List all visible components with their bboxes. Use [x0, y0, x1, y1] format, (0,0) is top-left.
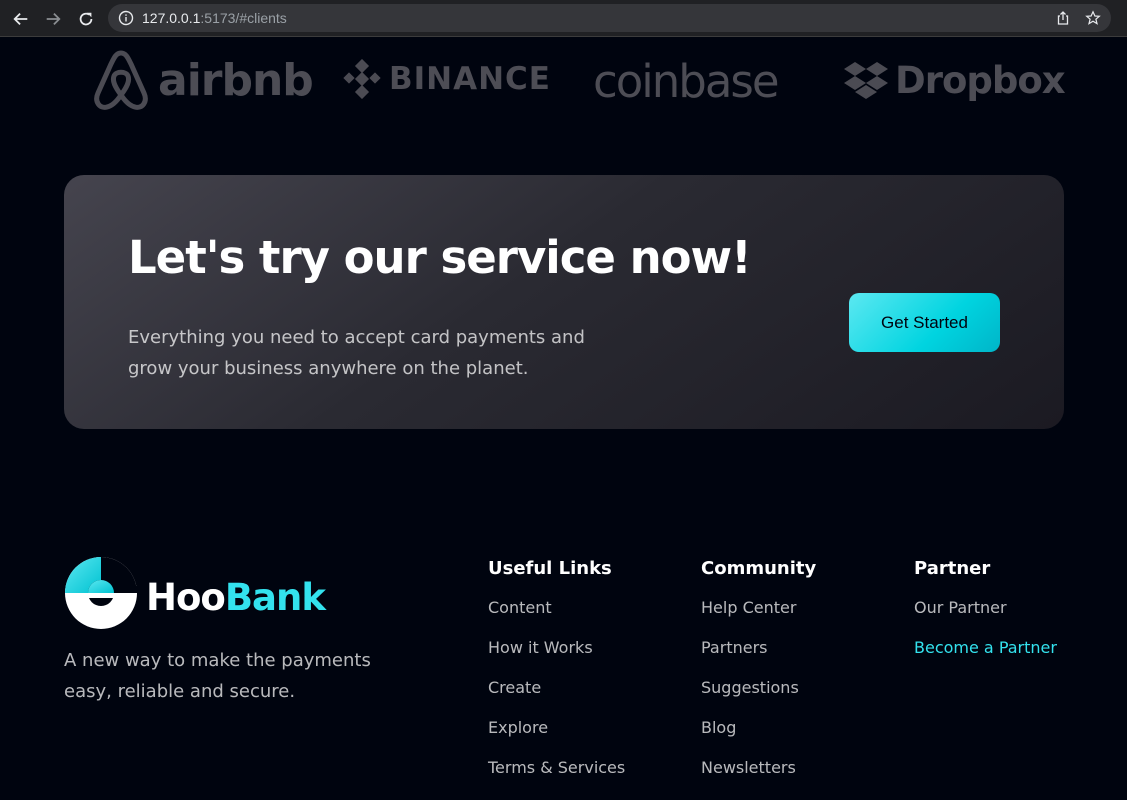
- footer-column-community: Community Help Center Partners Suggestio…: [701, 558, 816, 798]
- site-info-icon[interactable]: [118, 10, 134, 26]
- cta-title: Let's try our service now!: [128, 231, 752, 284]
- footer-column-useful-links: Useful Links Content How it Works Create…: [488, 558, 625, 798]
- binance-logo-icon: [343, 59, 381, 99]
- column-title: Partner: [914, 558, 991, 579]
- footer-link-how-it-works[interactable]: How it Works: [488, 638, 625, 678]
- footer-link-blog[interactable]: Blog: [701, 718, 816, 758]
- footer-link-suggestions[interactable]: Suggestions: [701, 678, 816, 718]
- browser-toolbar: 127.0.0.1:5173/#clients: [0, 0, 1127, 37]
- client-name: BINANCE: [389, 61, 551, 97]
- footer-link-newsletters[interactable]: Newsletters: [701, 758, 816, 798]
- client-name: coinbase: [593, 55, 780, 108]
- footer-link-become-a-partner[interactable]: Become a Partner: [914, 638, 1057, 678]
- cta-description: Everything you need to accept card payme…: [128, 327, 585, 379]
- brand-name: HooBank: [146, 576, 326, 619]
- column-title: Useful Links: [488, 558, 612, 579]
- client-logo-airbnb: airbnb: [92, 49, 314, 111]
- reload-icon[interactable]: [75, 8, 97, 30]
- bookmark-star-icon[interactable]: [1085, 10, 1101, 26]
- client-logo-coinbase: coinbase: [593, 55, 780, 108]
- url-text[interactable]: 127.0.0.1:5173/#clients: [142, 10, 287, 26]
- footer-link-our-partner[interactable]: Our Partner: [914, 598, 1057, 638]
- footer-link-content[interactable]: Content: [488, 598, 625, 638]
- client-logo-binance: BINANCE: [343, 59, 551, 99]
- footer-link-create[interactable]: Create: [488, 678, 625, 718]
- column-title: Community: [701, 558, 817, 579]
- address-bar[interactable]: 127.0.0.1:5173/#clients: [108, 4, 1111, 32]
- hoobank-logo-icon: [65, 557, 137, 629]
- dropbox-logo-icon: [844, 61, 888, 99]
- footer-link-explore[interactable]: Explore: [488, 718, 625, 758]
- client-name: airbnb: [158, 54, 314, 106]
- footer-logo[interactable]: HooBank: [64, 556, 344, 630]
- clients-section: airbnb BINANCE coinbase Dropbox: [0, 37, 1127, 137]
- airbnb-logo-icon: [94, 50, 148, 110]
- cta-card: Let's try our service now! Everything yo…: [64, 175, 1064, 429]
- footer-link-terms[interactable]: Terms & Services: [488, 758, 625, 798]
- share-icon[interactable]: [1055, 10, 1071, 26]
- client-name: Dropbox: [895, 59, 1066, 102]
- footer-column-partner: Partner Our Partner Become a Partner: [914, 558, 1057, 678]
- footer-link-partners[interactable]: Partners: [701, 638, 816, 678]
- back-arrow-icon[interactable]: [10, 8, 32, 30]
- get-started-button[interactable]: Get Started: [849, 293, 1000, 352]
- client-logo-dropbox: Dropbox: [843, 59, 1066, 102]
- footer-link-help-center[interactable]: Help Center: [701, 598, 816, 638]
- forward-arrow-icon[interactable]: [42, 8, 64, 30]
- footer-tagline: A new way to make the payments easy, rel…: [64, 650, 371, 702]
